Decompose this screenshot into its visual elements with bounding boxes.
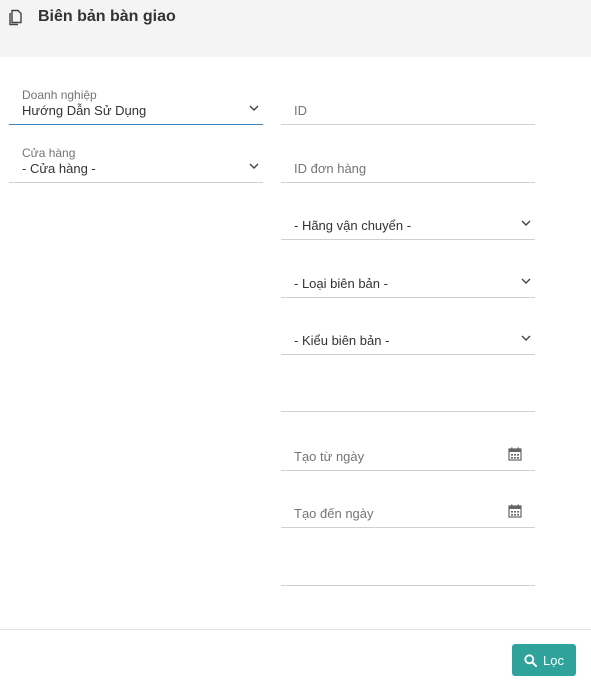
chevron-down-icon xyxy=(521,335,531,341)
carrier-value: - Hãng vận chuyển - xyxy=(294,218,412,233)
business-value: Hướng Dẫn Sử Dụng xyxy=(22,103,147,118)
calendar-icon[interactable] xyxy=(508,447,522,461)
business-label: Doanh nghiệp xyxy=(22,88,97,102)
footer-divider xyxy=(0,629,591,630)
search-icon xyxy=(524,653,538,667)
page-header: Biên bản bàn giao xyxy=(0,0,591,57)
chevron-down-icon xyxy=(249,163,259,169)
store-value: - Cửa hàng - xyxy=(22,161,96,176)
store-label: Cửa hàng xyxy=(22,146,76,160)
blank-input[interactable] xyxy=(281,388,535,412)
copy-document-icon xyxy=(9,9,22,26)
chevron-down-icon xyxy=(249,105,259,111)
created-from-placeholder: Tạo từ ngày xyxy=(294,449,365,464)
created-to-date-input[interactable]: Tạo đến ngày xyxy=(281,504,535,528)
blank-input-2[interactable] xyxy=(281,562,535,586)
chevron-down-icon xyxy=(521,278,531,284)
business-select[interactable]: Doanh nghiệp Hướng Dẫn Sử Dụng xyxy=(9,88,263,125)
created-from-date-input[interactable]: Tạo từ ngày xyxy=(281,447,535,471)
store-select[interactable]: Cửa hàng - Cửa hàng - xyxy=(9,146,263,183)
record-category-select[interactable]: - Loại biên bản - xyxy=(281,274,535,298)
created-to-placeholder: Tạo đến ngày xyxy=(294,506,374,521)
carrier-select[interactable]: - Hãng vận chuyển - xyxy=(281,216,535,240)
order-id-placeholder: ID đơn hàng xyxy=(294,161,367,176)
filter-button[interactable]: Lọc xyxy=(512,644,576,676)
record-type-value: - Kiểu biên bản - xyxy=(294,333,390,348)
record-type-select[interactable]: - Kiểu biên bản - xyxy=(281,331,535,355)
calendar-icon[interactable] xyxy=(508,504,522,518)
record-category-value: - Loại biên bản - xyxy=(294,276,388,291)
id-placeholder: ID xyxy=(294,103,307,118)
chevron-down-icon xyxy=(521,220,531,226)
page-title: Biên bản bàn giao xyxy=(38,8,176,25)
id-input[interactable]: ID xyxy=(281,101,535,125)
order-id-input[interactable]: ID đơn hàng xyxy=(281,159,535,183)
filter-button-label: Lọc xyxy=(543,652,564,668)
